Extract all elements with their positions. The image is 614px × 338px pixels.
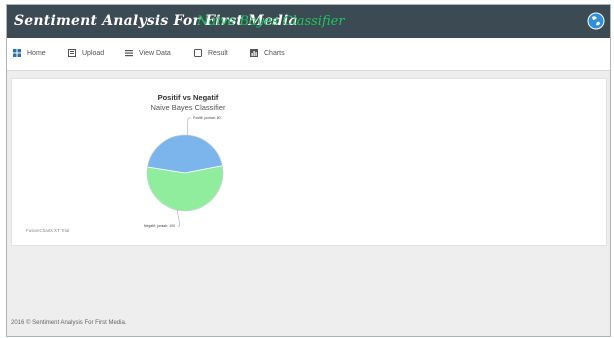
menu-charts-label: Charts [264,49,285,57]
pie-chart: Positif, jumlah: 80 Negatif, jumlah: 100 [144,116,224,228]
list-icon [125,50,133,57]
home-icon [13,49,21,57]
footer-copyright: 2016 © Sentiment Analysis For First Medi… [11,320,127,326]
pie-slice-positif[interactable] [147,134,223,174]
positif-label: Positif, jumlah: 80 [193,116,221,120]
menu-result[interactable]: Result [194,49,228,57]
app-subtitle: Naive Bayes Classifier [197,14,345,29]
menu-home[interactable]: Home [13,49,46,57]
negatif-leader-line [176,208,181,227]
menu-upload[interactable]: Upload [68,49,104,57]
main-menu: Home Upload View Data Result Charts [7,38,610,71]
negatif-label: Negatif, jumlah: 100 [144,224,175,228]
app-window: Sentiment Analysis For First Media Naive… [6,4,611,337]
globe-icon[interactable] [587,12,605,30]
menu-charts[interactable]: Charts [250,49,285,57]
menu-view-data-label: View Data [139,49,171,57]
result-icon [194,49,202,57]
top-navbar: Sentiment Analysis For First Media Naive… [7,5,610,38]
chart-panel: Positif vs Negatif Naive Bayes Classifie… [11,78,607,246]
positif-leader-line [186,117,189,138]
chart-watermark[interactable]: FusionCharts XT Trial [26,228,69,233]
menu-result-label: Result [208,49,228,57]
chart-icon [250,49,258,57]
menu-home-label: Home [27,49,46,57]
menu-view-data[interactable]: View Data [125,49,171,57]
upload-icon [68,49,76,57]
menu-upload-label: Upload [82,49,105,57]
